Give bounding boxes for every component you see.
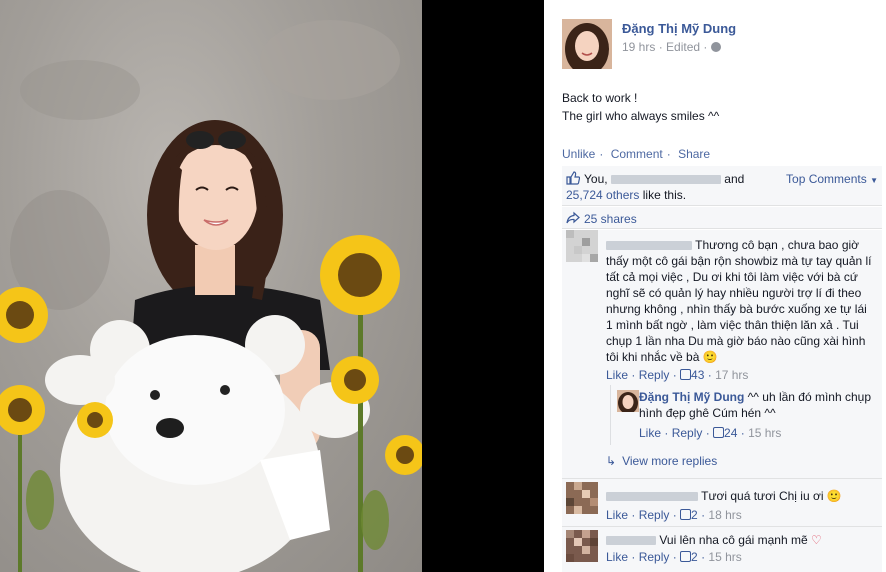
- pixelated-avatar: [566, 230, 598, 262]
- reply-thread: Đặng Thị Mỹ Dung ^^ uh lần đó mình chụp …: [610, 385, 882, 445]
- comment-like-link[interactable]: Like: [606, 550, 628, 564]
- meta-separator: ·: [703, 40, 711, 54]
- thumbs-up-icon: [680, 551, 692, 562]
- post-actions: Unlike · Comment · Share: [562, 147, 714, 161]
- commenter-avatar[interactable]: [566, 230, 598, 262]
- globe-icon[interactable]: [710, 42, 721, 52]
- comment-body: Tươi quá tươi Chị iu ơi: [701, 489, 824, 503]
- avatar-image: [617, 390, 639, 412]
- likes-line: 25,724 others like this.: [566, 188, 686, 202]
- meta-separator: ·: [658, 40, 667, 54]
- comment-text: Tươi quá tươi Chị iu ơi 🙂: [606, 488, 876, 504]
- unlike-link[interactable]: Unlike: [562, 147, 595, 161]
- likes-summary: You, and 25,724 others like this. Top Co…: [562, 166, 882, 206]
- share-icon: [566, 211, 580, 224]
- comment-body: Thương cô bạn , chưa bao giờ thấy một cô…: [606, 238, 872, 364]
- smile-emoji-icon: 🙂: [826, 489, 842, 503]
- comment-like-link[interactable]: Like: [606, 508, 628, 522]
- comment-reply-link[interactable]: Reply: [639, 368, 670, 382]
- view-more-replies[interactable]: ↳ View more replies: [606, 454, 717, 468]
- commenter-avatar[interactable]: [566, 530, 598, 562]
- caption-line-2: The girl who always smiles ^^: [562, 109, 720, 123]
- post-time[interactable]: 19 hrs: [622, 40, 655, 54]
- thumbs-up-icon: [713, 427, 725, 438]
- photo-viewer: Đặng Thị Mỹ Dung 19 hrs · Edited · Back …: [0, 0, 886, 572]
- comment-text: Vui lên nha cô gái mạnh mẽ ♡: [606, 532, 876, 548]
- likes-others-link[interactable]: 25,724 others: [566, 188, 639, 202]
- heart-emoji-icon: ♡: [811, 533, 822, 547]
- pixelated-avatar: [566, 482, 598, 514]
- likes-suffix: like this.: [642, 188, 687, 202]
- photo-illustration: [0, 20, 422, 572]
- post-meta: 19 hrs · Edited ·: [622, 40, 721, 54]
- comment-time[interactable]: 15 hrs: [708, 550, 741, 564]
- comment-actions: Like · Reply · 43 · 17 hrs: [606, 368, 749, 382]
- thumbs-up-icon: [566, 171, 580, 185]
- comment-body: Vui lên nha cô gái mạnh mẽ: [659, 533, 808, 547]
- thumbs-up-icon: [680, 509, 692, 520]
- comment-like-count[interactable]: 2: [691, 508, 698, 522]
- reply-like-link[interactable]: Like: [639, 426, 661, 440]
- author-name[interactable]: Đặng Thị Mỹ Dung: [622, 21, 736, 36]
- shares-summary: 25 shares: [562, 207, 882, 229]
- reply-arrow-icon: ↳: [606, 454, 617, 468]
- share-link[interactable]: Share: [678, 147, 710, 161]
- comment-time[interactable]: 18 hrs: [708, 508, 741, 522]
- blurred-name: [610, 175, 721, 185]
- pixelated-avatar: [566, 530, 598, 562]
- comment-actions: Like · Reply · 2 · 18 hrs: [606, 508, 742, 522]
- likes-line: You, and: [584, 172, 744, 186]
- comment-like-link[interactable]: Like: [606, 368, 628, 382]
- blurred-name: [606, 492, 698, 502]
- comment-divider: [562, 478, 882, 479]
- author-avatar[interactable]: [562, 19, 612, 69]
- thumbs-up-icon: [680, 369, 692, 380]
- reply-actions: Like · Reply · 24 · 15 hrs: [639, 426, 782, 440]
- caret-down-icon: ▼: [870, 176, 878, 185]
- comment-time[interactable]: 17 hrs: [715, 368, 748, 382]
- commenter-avatar[interactable]: [566, 482, 598, 514]
- reply-like-count[interactable]: 24: [724, 426, 737, 440]
- comment-reply-link[interactable]: Reply: [639, 550, 670, 564]
- comment-actions: Like · Reply · 2 · 15 hrs: [606, 550, 742, 564]
- reply-author-avatar[interactable]: [617, 390, 639, 412]
- comments-list: Thương cô bạn , chưa bao giờ thấy một cô…: [562, 230, 882, 572]
- reply-text: Đặng Thị Mỹ Dung ^^ uh lần đó mình chụp …: [639, 389, 877, 421]
- photo-area: [0, 0, 544, 572]
- avatar-image: [562, 19, 612, 69]
- shares-link[interactable]: 25 shares: [584, 212, 637, 226]
- comment-like-count[interactable]: 43: [691, 368, 704, 382]
- comment-divider: [562, 526, 882, 527]
- comment-link[interactable]: Comment: [611, 147, 663, 161]
- actions-separator: ·: [599, 147, 604, 161]
- post-photo[interactable]: [0, 0, 422, 572]
- smile-emoji-icon: 🙂: [702, 350, 718, 364]
- caption-line-1: Back to work !: [562, 91, 638, 105]
- edited-label[interactable]: Edited: [666, 40, 700, 54]
- comment-text: Thương cô bạn , chưa bao giờ thấy một cô…: [606, 237, 876, 365]
- reply-time[interactable]: 15 hrs: [748, 426, 781, 440]
- top-comments-label: Top Comments: [786, 172, 867, 186]
- likes-and: and: [724, 172, 745, 186]
- reply-author-name[interactable]: Đặng Thị Mỹ Dung: [639, 390, 744, 404]
- post-caption: Back to work ! The girl who always smile…: [562, 89, 719, 125]
- post-panel: Đặng Thị Mỹ Dung 19 hrs · Edited · Back …: [544, 0, 886, 572]
- blurred-name: [606, 536, 656, 546]
- view-more-label: View more replies: [622, 454, 718, 468]
- top-comments-dropdown[interactable]: Top Comments ▼: [786, 172, 878, 186]
- comment-like-count[interactable]: 2: [691, 550, 698, 564]
- actions-separator: ·: [666, 147, 671, 161]
- likes-you[interactable]: You,: [584, 172, 608, 186]
- reply-reply-link[interactable]: Reply: [672, 426, 703, 440]
- blurred-name: [606, 241, 692, 251]
- comment-reply-link[interactable]: Reply: [639, 508, 670, 522]
